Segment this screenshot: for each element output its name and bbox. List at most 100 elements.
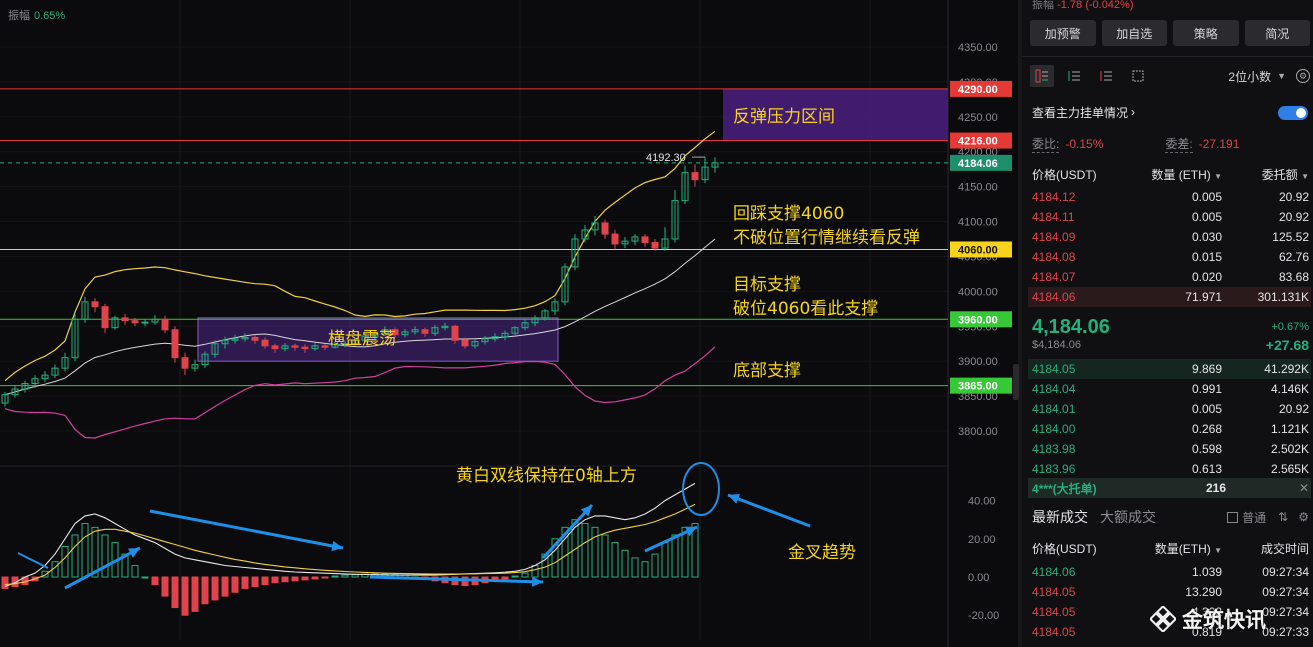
bid-row[interactable]: 4183.96 0.613 2.565K bbox=[1032, 459, 1309, 479]
trade-time: 09:27:34 bbox=[1262, 585, 1309, 599]
candle-body bbox=[251, 336, 259, 341]
price-axis-label: 4250.00 bbox=[958, 112, 998, 124]
watermark-text: 金筑快讯 bbox=[1182, 609, 1266, 632]
decimal-select-value: 2位小数 bbox=[1228, 69, 1272, 84]
level-tag-text: 3865.00 bbox=[958, 381, 998, 393]
ask-price: 4184.06 bbox=[1032, 290, 1076, 304]
amount-header[interactable]: 委托额 ▼ bbox=[1222, 166, 1309, 183]
macd-hist-bar bbox=[311, 576, 319, 580]
macd-hist-bar bbox=[251, 576, 259, 588]
bid-price: 4184.01 bbox=[1032, 402, 1076, 416]
ask-row[interactable]: 4184.11 0.005 20.92 bbox=[1032, 207, 1309, 227]
bid-row[interactable]: 4184.05 9.869 41.292K bbox=[1028, 359, 1311, 379]
book-bids-icon[interactable] bbox=[1062, 65, 1086, 87]
level-tag-text: 3960.00 bbox=[958, 314, 998, 326]
normal-label: 普通 bbox=[1242, 510, 1267, 525]
golden-cross-circle bbox=[682, 462, 720, 516]
candle-body bbox=[181, 357, 189, 369]
macd-hist-bar bbox=[331, 575, 339, 578]
level-tag-text: 4216.00 bbox=[958, 136, 998, 148]
bid-amount: 1.121K bbox=[1270, 422, 1309, 436]
ask-row[interactable]: 4184.09 0.030 125.52 bbox=[1032, 227, 1309, 247]
annotation-pullback-support: 回踩支撑4060 bbox=[733, 204, 844, 224]
candle-body bbox=[461, 339, 469, 347]
ask-amount: 62.76 bbox=[1278, 250, 1309, 264]
close-icon[interactable]: ✕ bbox=[1299, 481, 1309, 495]
add-watchlist-button[interactable]: 加自选 bbox=[1101, 20, 1167, 46]
resize-handle[interactable] bbox=[1013, 364, 1019, 400]
trade-row[interactable]: 4184.05 13.290 09:27:34 bbox=[1032, 582, 1309, 602]
trade-qty-header[interactable]: 数量(ETH) ▼ bbox=[1132, 540, 1222, 557]
decimal-select[interactable]: 2位小数 ▼ ⚙ bbox=[1228, 68, 1310, 85]
strategy-button[interactable]: 策略 bbox=[1173, 20, 1239, 46]
candle-body bbox=[141, 321, 149, 324]
ask-row[interactable]: 4184.12 0.005 20.92 bbox=[1032, 187, 1309, 207]
ask-row[interactable]: 4184.06 71.971 301.131K bbox=[1028, 287, 1311, 307]
bid-row[interactable]: 4183.98 0.598 2.502K bbox=[1032, 439, 1309, 459]
ask-row[interactable]: 4184.08 0.015 62.76 bbox=[1032, 247, 1309, 267]
price-axis-label: 4000.00 bbox=[958, 286, 998, 298]
candle-body bbox=[611, 233, 619, 245]
filter-icon[interactable]: ⇅ bbox=[1278, 510, 1288, 524]
book-asks-icon[interactable] bbox=[1094, 65, 1118, 87]
big-order-row[interactable]: 4***(大托单) 216 ✕ bbox=[1028, 478, 1311, 498]
annotation-target-note: 破位4060看此支撑 bbox=[733, 299, 878, 319]
trade-qty-header-text: 数量(ETH) bbox=[1154, 541, 1211, 556]
change-abs: +27.68 bbox=[1265, 337, 1309, 353]
boll-mid-line bbox=[4, 238, 716, 396]
settings-icon[interactable]: ⚙ bbox=[1296, 69, 1310, 83]
macd-hist-bar bbox=[151, 576, 159, 586]
chart-area[interactable]: 4350.004300.004250.004200.004150.004100.… bbox=[0, 0, 1018, 647]
price-axis-label: 4150.00 bbox=[958, 182, 998, 194]
candle-body bbox=[601, 222, 609, 235]
checkbox-icon[interactable] bbox=[1227, 511, 1239, 523]
normal-filter[interactable]: 普通 bbox=[1227, 509, 1266, 526]
bid-row[interactable]: 4184.00 0.268 1.121K bbox=[1032, 419, 1309, 439]
macd-hist-bar bbox=[1, 576, 9, 589]
order-panel: 振幅 -1.78 (-0.042%) 加预警 加自选 策略 简况 2位小数 ▼ … bbox=[1022, 0, 1313, 647]
book-popout-icon[interactable] bbox=[1126, 65, 1150, 87]
add-alert-button[interactable]: 加预警 bbox=[1030, 20, 1096, 46]
bid-row[interactable]: 4184.01 0.005 20.92 bbox=[1032, 399, 1309, 419]
bid-qty: 0.268 bbox=[1191, 422, 1222, 436]
price-axis-label: 3800.00 bbox=[958, 426, 998, 438]
macd-hist-bar bbox=[71, 534, 79, 578]
main-orders-link[interactable]: 查看主力挂单情况 bbox=[1032, 104, 1128, 121]
annotation-golden-cross: 金叉趋势 bbox=[788, 543, 856, 563]
ask-row[interactable]: 4184.07 0.020 83.68 bbox=[1032, 267, 1309, 287]
macd-axis-label: 20.00 bbox=[968, 534, 996, 546]
candle-body bbox=[691, 172, 699, 181]
top-line: 振幅 -1.78 (-0.042%) bbox=[1032, 0, 1134, 12]
macd-hist-bar bbox=[101, 534, 109, 578]
main-orders-toggle[interactable] bbox=[1278, 106, 1308, 120]
current-price-tag-text: 4184.06 bbox=[958, 158, 998, 170]
trade-row[interactable]: 4184.06 1.039 09:27:34 bbox=[1032, 562, 1309, 582]
book-both-icon[interactable] bbox=[1030, 65, 1054, 87]
amplitude-value: 0.65% bbox=[34, 10, 65, 22]
bid-row[interactable]: 4184.04 0.991 4.146K bbox=[1032, 379, 1309, 399]
macd-hist-bar bbox=[591, 526, 599, 578]
amplitude-label: 振幅 bbox=[8, 8, 30, 22]
macd-hist-bar bbox=[281, 576, 289, 583]
trade-price: 4184.06 bbox=[1032, 565, 1076, 579]
main-orders-row[interactable]: 查看主力挂单情况 › bbox=[1032, 102, 1309, 122]
overview-button[interactable]: 简况 bbox=[1244, 20, 1310, 46]
qty-header[interactable]: 数量 (ETH) ▼ bbox=[1132, 166, 1222, 183]
chevron-down-icon: ▼ bbox=[1214, 171, 1222, 181]
ask-qty: 0.005 bbox=[1191, 210, 1222, 224]
level-tag-text: 4060.00 bbox=[958, 244, 998, 256]
macd-hist-bar bbox=[661, 542, 669, 578]
last-price-sub-row: $4,184.06 +27.68 bbox=[1032, 336, 1309, 354]
settings-icon[interactable]: ⚙ bbox=[1298, 510, 1309, 524]
commission-diff-label: 委差: bbox=[1165, 137, 1193, 153]
ask-amount: 301.131K bbox=[1257, 290, 1309, 304]
ask-price: 4184.12 bbox=[1032, 190, 1076, 204]
high-marker-label: 4192.30 bbox=[646, 152, 686, 164]
ask-amount: 83.68 bbox=[1278, 270, 1309, 284]
macd-hist-bar bbox=[651, 553, 659, 578]
tab-latest-trades[interactable]: 最新成交 bbox=[1032, 507, 1088, 527]
macd-hist-bar bbox=[611, 542, 619, 578]
tab-large-trades[interactable]: 大额成交 bbox=[1100, 507, 1156, 527]
candlestick-chart[interactable]: 4350.004300.004250.004200.004150.004100.… bbox=[0, 0, 1018, 647]
big-order-value: 216 bbox=[1205, 481, 1226, 495]
